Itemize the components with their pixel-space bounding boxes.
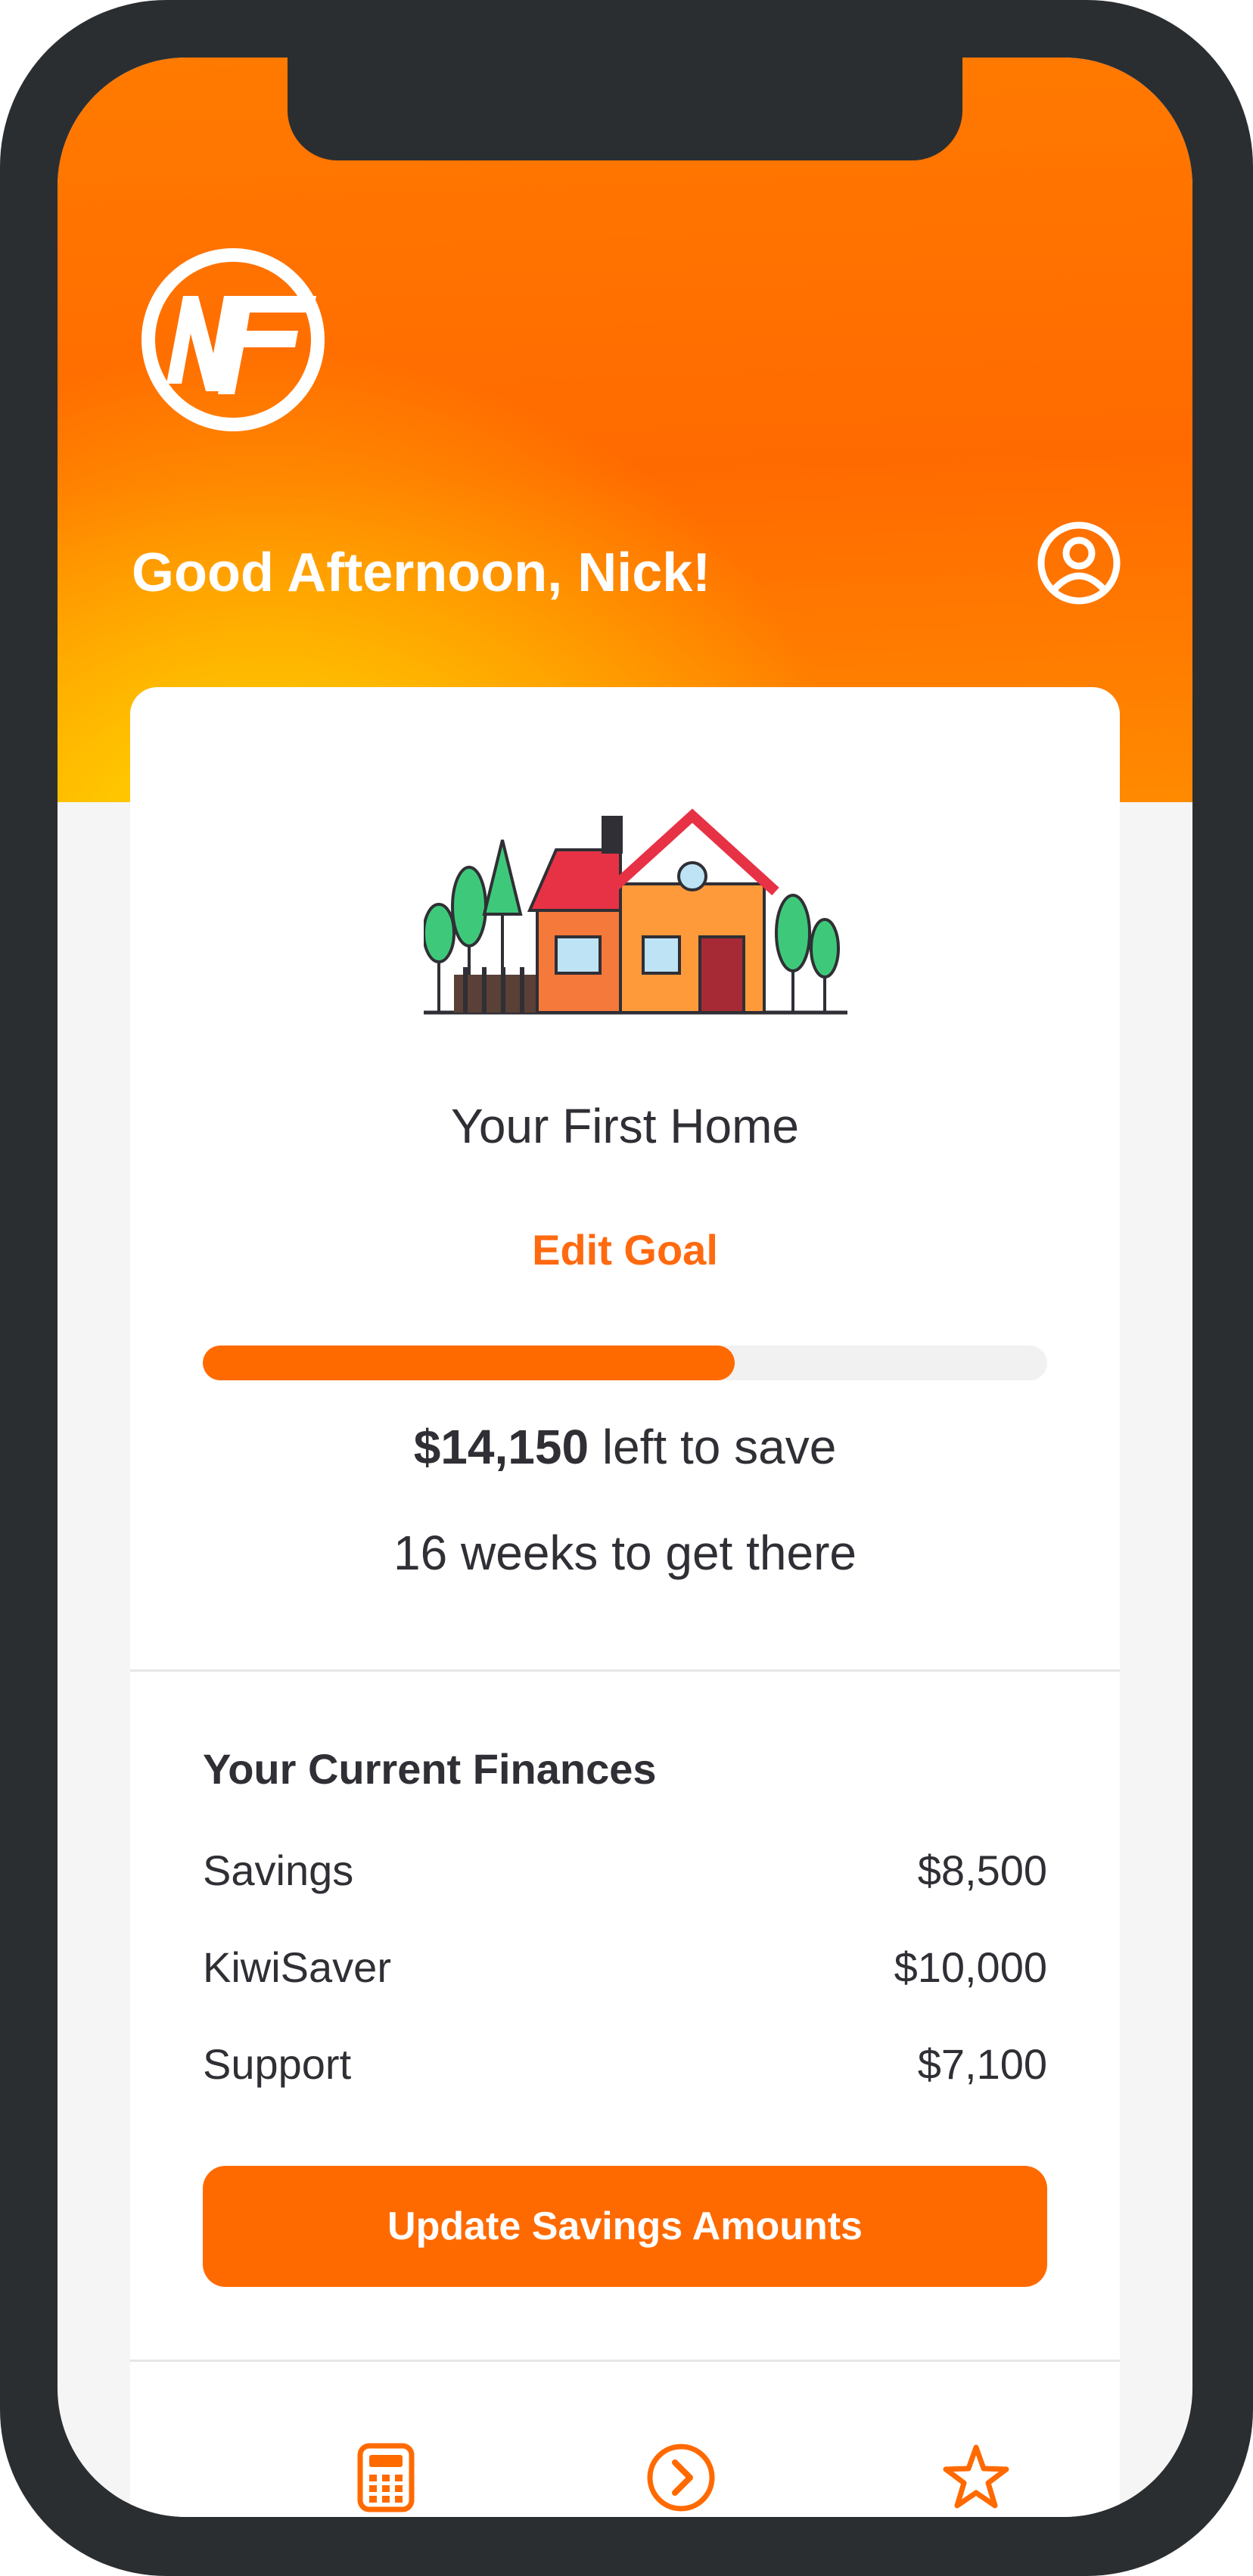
finance-label: Support <box>203 2039 352 2088</box>
left-to-save-suffix: left to save <box>589 1420 837 1474</box>
finance-label: KiwiSaver <box>203 1943 391 1991</box>
phone-notch <box>288 58 962 160</box>
update-savings-button[interactable]: Update Savings Amounts <box>203 2166 1047 2287</box>
weeks-remaining-text: 16 weeks to get there <box>393 1526 857 1580</box>
amount-left-value: $14,150 <box>413 1420 589 1474</box>
edit-goal-link[interactable]: Edit Goal <box>130 1223 1120 1277</box>
house-illustration-icon <box>424 808 847 1015</box>
chevron-right-circle-icon[interactable] <box>645 2441 717 2514</box>
left-to-save-text: $14,150 left to save <box>130 1417 1120 1477</box>
finance-value: $8,500 <box>917 1846 1047 1894</box>
finance-value: $10,000 <box>894 1943 1047 1991</box>
goal-title: Your First Home <box>451 1099 799 1153</box>
goal-progress-bar <box>203 1346 1047 1380</box>
goal-card: Your First Home Edit Goal $14,150 left t… <box>130 687 1120 2517</box>
finances-title: Your Current Finances <box>203 1745 657 1793</box>
nf-logo <box>141 248 325 431</box>
finance-row-kiwisaver: KiwiSaver $10,000 <box>203 1938 1047 1996</box>
goal-progress-fill <box>203 1346 735 1380</box>
app-screen: Good Afternoon, Nick! Your First Home Ed… <box>58 58 1192 2517</box>
finance-row-support: Support $7,100 <box>203 2035 1047 2092</box>
finance-label: Savings <box>203 1846 354 1894</box>
star-icon[interactable] <box>940 2441 1012 2514</box>
greeting-text: Good Afternoon, Nick! <box>132 543 711 603</box>
calculator-icon[interactable] <box>350 2441 422 2514</box>
nav-divider <box>130 2360 1120 2362</box>
phone-frame: Good Afternoon, Nick! Your First Home Ed… <box>0 0 1253 2576</box>
profile-icon[interactable] <box>1036 520 1122 606</box>
finance-value: $7,100 <box>917 2039 1047 2088</box>
finance-row-savings: Savings $8,500 <box>203 1841 1047 1899</box>
section-divider <box>130 1669 1120 1672</box>
